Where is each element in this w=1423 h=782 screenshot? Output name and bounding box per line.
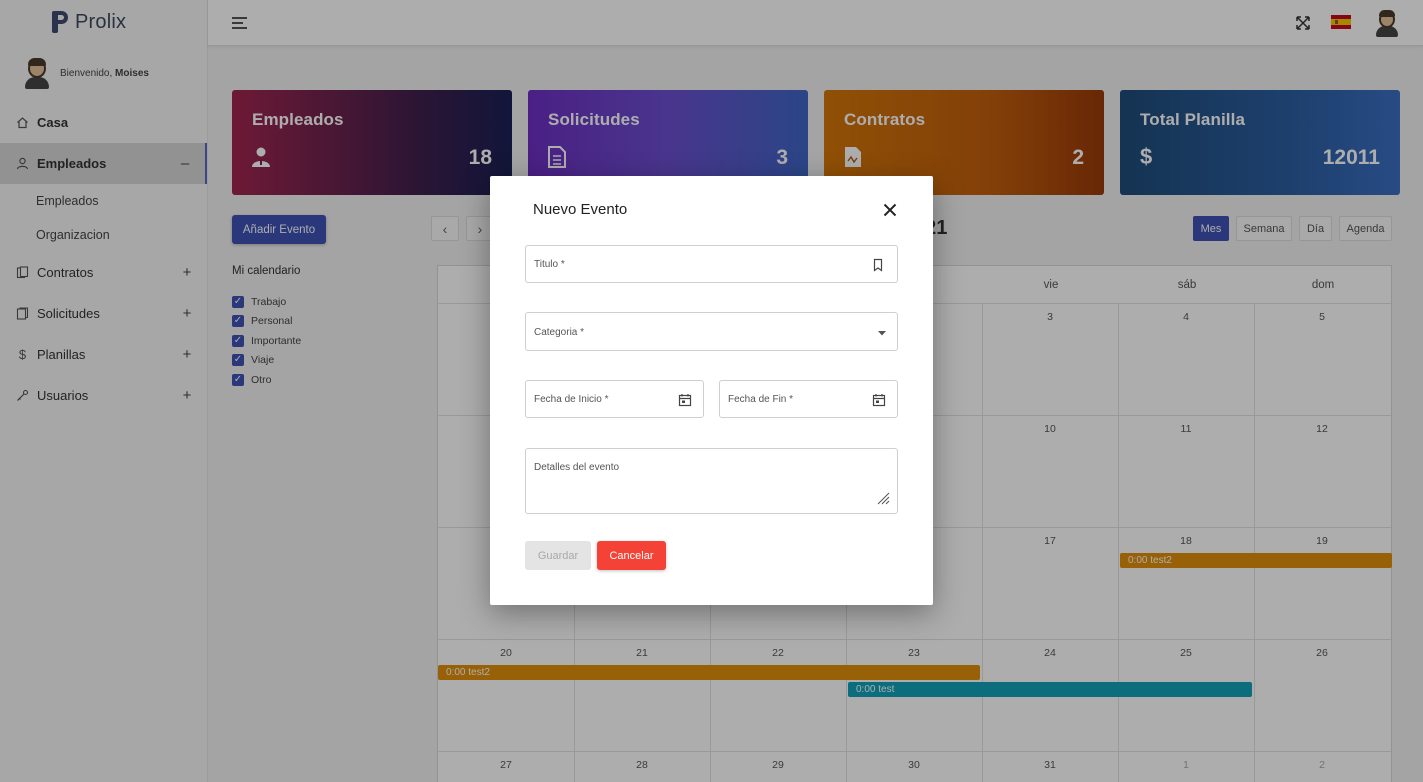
title-placeholder: Titulo *	[534, 259, 565, 270]
category-select[interactable]: Categoria *	[525, 312, 898, 351]
event-details-textarea[interactable]: Detalles del evento	[525, 448, 898, 514]
dialog-title: Nuevo Evento	[533, 201, 628, 218]
bookmark-icon	[871, 258, 885, 272]
new-event-dialog: Nuevo Evento Titulo * Categoria * Fecha …	[490, 176, 933, 605]
end-date-placeholder: Fecha de Fin *	[728, 394, 794, 405]
details-placeholder: Detalles del evento	[534, 462, 620, 473]
start-date-placeholder: Fecha de Inicio *	[534, 394, 609, 405]
end-date-field[interactable]: Fecha de Fin *	[719, 380, 898, 418]
category-placeholder: Categoria *	[534, 327, 585, 338]
start-date-field[interactable]: Fecha de Inicio *	[525, 380, 704, 418]
save-button[interactable]: Guardar	[525, 541, 591, 570]
resize-handle-icon[interactable]	[876, 491, 890, 505]
dropdown-arrow-icon	[875, 326, 889, 340]
cancel-button[interactable]: Cancelar	[597, 541, 666, 570]
title-field[interactable]: Titulo *	[525, 245, 898, 283]
calendar-icon[interactable]	[678, 393, 692, 407]
calendar-icon[interactable]	[872, 393, 886, 407]
close-icon[interactable]	[883, 203, 897, 217]
